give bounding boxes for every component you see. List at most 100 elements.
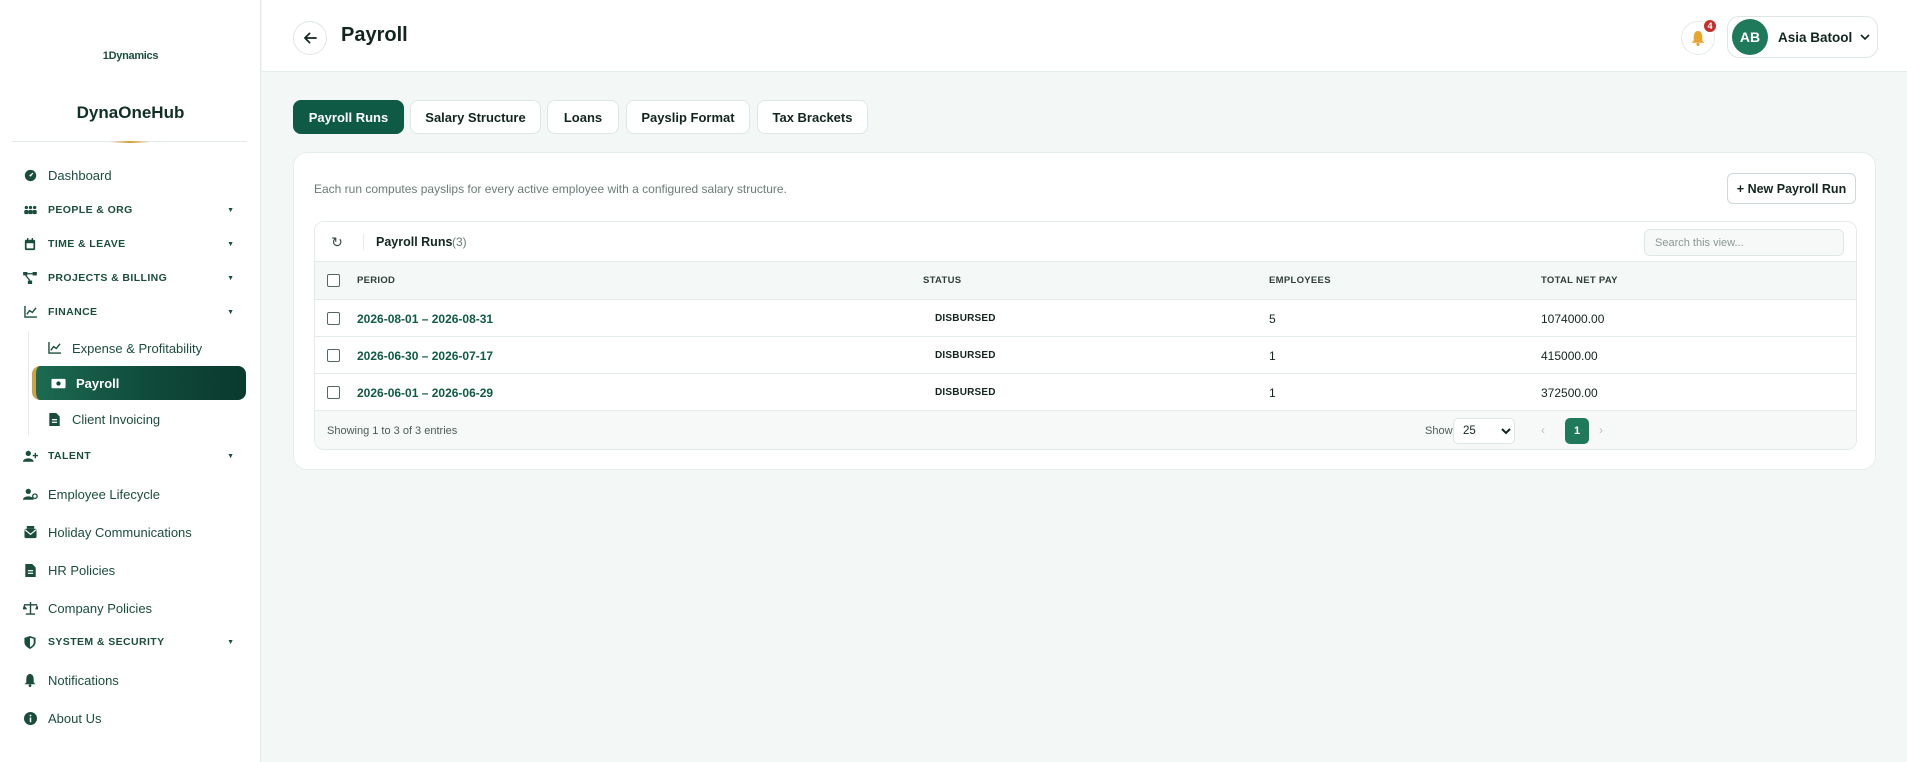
sidebar-item-hr-policies[interactable]: HR Policies <box>0 554 261 586</box>
sidebar-item-label: Client Invoicing <box>72 411 161 427</box>
mail-bulk-icon <box>22 524 38 540</box>
pagination-page-button[interactable]: 1 <box>1565 418 1589 444</box>
employees-count: 1 <box>1269 386 1276 400</box>
table-title: Payroll Runs <box>376 235 453 249</box>
top-header: Payroll 4 AB Asia Batool <box>262 0 1907 72</box>
employees-count: 1 <box>1269 349 1276 363</box>
row-checkbox[interactable] <box>327 386 340 399</box>
payroll-runs-card: Each run computes payslips for every act… <box>293 152 1876 470</box>
column-header-employees[interactable]: EMPLOYEES <box>1269 275 1331 286</box>
invoice-icon <box>46 411 62 427</box>
row-checkbox[interactable] <box>327 312 340 325</box>
table-count: (3) <box>452 235 467 249</box>
tab-salary-structure[interactable]: Salary Structure <box>410 100 541 134</box>
back-button[interactable] <box>293 21 327 55</box>
sidebar-item-holiday-communications[interactable]: Holiday Communications <box>0 516 261 548</box>
user-menu[interactable]: AB Asia Batool <box>1727 16 1878 58</box>
refresh-icon[interactable]: ↻ <box>325 230 349 254</box>
tab-tax-brackets[interactable]: Tax Brackets <box>757 100 868 134</box>
card-description: Each run computes payslips for every act… <box>314 182 787 196</box>
row-checkbox[interactable] <box>327 349 340 362</box>
sidebar-item-employee-lifecycle[interactable]: Employee Lifecycle <box>0 478 261 510</box>
table-row[interactable]: 2026-06-30 – 2026-07-17 DISBURSED 1 4150… <box>315 337 1856 374</box>
column-header-total-net-pay[interactable]: TOTAL NET PAY <box>1541 275 1618 286</box>
user-name: Asia Batool <box>1778 29 1853 45</box>
info-circle-icon <box>22 710 38 726</box>
user-cog-icon <box>22 486 38 502</box>
people-icon <box>22 202 38 218</box>
bell-icon <box>1691 30 1705 46</box>
total-net-pay: 372500.00 <box>1541 386 1598 400</box>
total-net-pay: 1074000.00 <box>1541 312 1605 326</box>
period-link[interactable]: 2026-06-30 – 2026-07-17 <box>357 349 493 363</box>
new-payroll-run-button[interactable]: + New Payroll Run <box>1727 173 1856 204</box>
sidebar-section-time-leave[interactable]: TIME & LEAVE ▼ <box>0 228 261 260</box>
sidebar-item-company-policies[interactable]: Company Policies <box>0 592 261 624</box>
balance-scale-icon <box>22 600 38 616</box>
tab-payslip-format[interactable]: Payslip Format <box>626 100 750 134</box>
caret-icon: ▼ <box>227 638 234 646</box>
sidebar-item-label: Holiday Communications <box>48 524 192 540</box>
column-header-period[interactable]: PERIOD <box>357 275 395 286</box>
sidebar-item-label: About Us <box>48 710 102 726</box>
total-net-pay: 415000.00 <box>1541 349 1598 363</box>
sidebar-section-projects-billing[interactable]: PROJECTS & BILLING ▼ <box>0 262 261 294</box>
tab-payroll-runs[interactable]: Payroll Runs <box>293 100 404 134</box>
table-row[interactable]: 2026-08-01 – 2026-08-31 DISBURSED 5 1074… <box>315 300 1856 337</box>
notification-count-badge: 4 <box>1702 18 1718 34</box>
table-toolbar: ↻ Payroll Runs (3) <box>315 222 1856 262</box>
search-input[interactable] <box>1644 229 1844 256</box>
avatar: AB <box>1732 19 1768 55</box>
sidebar-item-about-us[interactable]: About Us <box>0 702 261 734</box>
employees-count: 5 <box>1269 312 1276 326</box>
money-bill-icon <box>50 375 66 391</box>
payroll-runs-table: ↻ Payroll Runs (3) PERIOD STATUS EMPLOYE… <box>314 221 1857 450</box>
sidebar-item-label: Notifications <box>48 672 119 688</box>
sidebar-section-talent[interactable]: TALENT ▼ <box>0 440 261 472</box>
brand-accent <box>110 141 150 143</box>
sidebar-item-label: Employee Lifecycle <box>48 486 160 502</box>
caret-icon: ▼ <box>227 452 234 460</box>
sidebar-item-payroll[interactable]: Payroll <box>32 366 246 400</box>
sidebar-section-label: SYSTEM & SECURITY <box>48 636 165 648</box>
sidebar-item-dashboard[interactable]: Dashboard <box>0 159 261 191</box>
sidebar-item-label: Expense & Profitability <box>72 340 203 356</box>
chevron-down-icon <box>1860 33 1870 40</box>
sidebar-item-notifications[interactable]: Notifications <box>0 664 261 696</box>
page-size-select[interactable]: 25 <box>1453 418 1515 444</box>
company-logo: 1Dynamics <box>102 50 159 62</box>
entries-summary: Showing 1 to 3 of 3 entries <box>327 425 458 437</box>
pagination-next-button[interactable]: › <box>1599 423 1603 437</box>
chart-line-icon <box>22 304 38 320</box>
tab-loans[interactable]: Loans <box>547 100 619 134</box>
table-header: PERIOD STATUS EMPLOYEES TOTAL NET PAY <box>315 262 1856 300</box>
status-badge: DISBURSED <box>935 387 996 398</box>
page-size-label: Show <box>1425 425 1453 437</box>
caret-icon: ▼ <box>227 206 234 214</box>
sidebar-section-people-org[interactable]: PEOPLE & ORG ▼ <box>0 194 261 226</box>
select-all-checkbox[interactable] <box>327 274 340 287</box>
sidebar-item-label: Company Policies <box>48 600 153 616</box>
pagination-prev-button[interactable]: ‹ <box>1541 423 1545 437</box>
sidebar-section-label: PEOPLE & ORG <box>48 204 133 216</box>
bell-icon <box>22 672 38 688</box>
sidebar-section-finance[interactable]: FINANCE ▼ <box>0 296 261 328</box>
page-title: Payroll <box>341 24 408 46</box>
sidebar-item-expense-profitability[interactable]: Expense & Profitability <box>28 332 246 364</box>
period-link[interactable]: 2026-08-01 – 2026-08-31 <box>357 312 493 326</box>
shield-icon <box>22 634 38 650</box>
toolbar-divider <box>363 234 364 250</box>
sidebar-item-label: HR Policies <box>48 562 116 578</box>
sidebar-section-system-security[interactable]: SYSTEM & SECURITY ▼ <box>0 626 261 658</box>
caret-icon: ▼ <box>227 308 234 316</box>
status-badge: DISBURSED <box>935 350 996 361</box>
sidebar-item-label: Payroll <box>76 375 120 391</box>
sidebar: 1Dynamics DynaOneHub Dashboard PEOPLE & … <box>0 0 261 762</box>
sidebar-section-label: FINANCE <box>48 306 98 318</box>
column-header-status[interactable]: STATUS <box>923 275 961 286</box>
sidebar-section-label: TALENT <box>48 450 92 462</box>
table-row[interactable]: 2026-06-01 – 2026-06-29 DISBURSED 1 3725… <box>315 374 1856 411</box>
file-icon <box>22 562 38 578</box>
period-link[interactable]: 2026-06-01 – 2026-06-29 <box>357 386 493 400</box>
sidebar-item-client-invoicing[interactable]: Client Invoicing <box>28 403 246 435</box>
